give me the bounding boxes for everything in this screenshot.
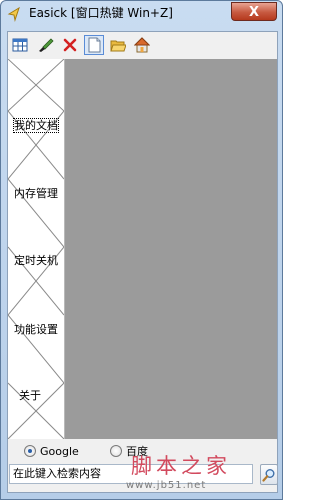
sidebar-item-about[interactable]: 关于: [8, 387, 58, 403]
baidu-radio-label[interactable]: 百度: [126, 445, 148, 458]
client-area: 我的文档 内存管理 定时关机 功能设置 关于 Google 百度 在此键入检索内…: [7, 31, 278, 493]
content-panel: [65, 59, 277, 439]
window-title: Easick [窗口热键 Win+Z]: [29, 6, 173, 20]
search-icon: [262, 469, 275, 482]
note-icon[interactable]: [84, 35, 104, 55]
toolbar: [8, 32, 277, 58]
brush-icon[interactable]: [36, 35, 56, 55]
sidebar-tab-lines: [8, 59, 64, 439]
baidu-radio[interactable]: [110, 445, 122, 457]
home-icon[interactable]: [132, 35, 152, 55]
sidebar-nav: 我的文档 内存管理 定时关机 功能设置 关于: [8, 59, 65, 439]
search-button[interactable]: [260, 464, 278, 485]
sidebar-item-my-documents[interactable]: 我的文档: [8, 117, 64, 133]
delete-icon[interactable]: [60, 35, 80, 55]
close-button[interactable]: X: [231, 2, 277, 21]
sidebar-item-label: 内存管理: [14, 187, 58, 200]
sidebar-item-memory-management[interactable]: 内存管理: [8, 185, 64, 201]
google-radio-label[interactable]: Google: [40, 445, 79, 458]
folder-icon[interactable]: [108, 35, 128, 55]
sidebar-item-settings[interactable]: 功能设置: [8, 321, 64, 337]
search-input[interactable]: 在此键入检索内容: [9, 464, 253, 484]
app-window: Easick [窗口热键 Win+Z] X 我的文档 内存管理 定时关机 功能设…: [0, 0, 283, 500]
app-icon: [7, 6, 20, 22]
sidebar-item-label: 功能设置: [14, 323, 58, 336]
title-bar[interactable]: Easick [窗口热键 Win+Z] X: [1, 1, 282, 29]
sidebar-item-scheduled-shutdown[interactable]: 定时关机: [8, 252, 64, 268]
google-radio[interactable]: [24, 445, 36, 457]
sidebar-item-label: 我的文档: [13, 118, 59, 133]
grid-icon[interactable]: [10, 35, 30, 55]
sidebar-item-label: 定时关机: [14, 254, 58, 267]
sidebar-item-label: 关于: [19, 389, 41, 402]
